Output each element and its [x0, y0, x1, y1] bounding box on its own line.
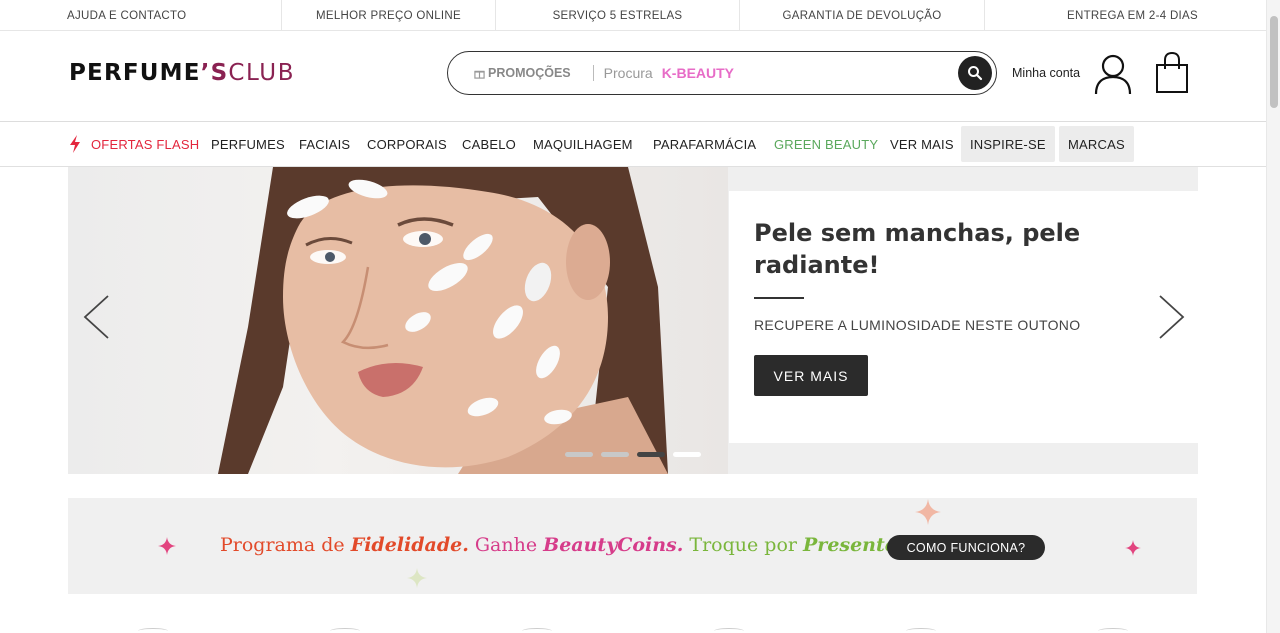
nav-facial[interactable]: FACIAIS — [299, 126, 350, 162]
account-label[interactable]: Minha conta — [1012, 66, 1080, 80]
loyalty-message: Programa de Fidelidade. Ganhe BeautyCoin… — [220, 534, 914, 556]
nav-see-more[interactable]: VER MAIS — [890, 126, 954, 162]
promotions-link[interactable]: PROMOÇÕES — [474, 66, 571, 80]
carousel-dot[interactable] — [565, 452, 593, 457]
gift-icon — [474, 70, 485, 79]
nav-pharmacy[interactable]: PARAFARMÁCIA — [653, 126, 756, 162]
loyalty-text-2: Ganhe — [468, 534, 544, 556]
user-icon[interactable] — [1094, 52, 1132, 96]
carousel-next-icon[interactable] — [1156, 293, 1186, 341]
shopping-bag-icon[interactable] — [1154, 51, 1190, 95]
category-circle-hint — [330, 628, 360, 633]
model-face-illustration — [218, 167, 668, 474]
site-logo[interactable]: PERFUME’SCLUB — [69, 60, 295, 86]
sparkle-icon — [407, 568, 427, 588]
hero-carousel: Pele sem manchas, pele radiante! RECUPER… — [68, 167, 1198, 474]
scrollbar-thumb[interactable] — [1270, 16, 1278, 108]
lightning-icon — [70, 135, 80, 153]
nav-body[interactable]: CORPORAIS — [367, 126, 447, 162]
search-bar[interactable]: PROMOÇÕES Procura K-BEAUTY — [447, 51, 997, 95]
topbar-return-guarantee[interactable]: GARANTIA DE DEVOLUÇÃO — [740, 0, 985, 31]
nav-hair[interactable]: CABELO — [462, 126, 516, 162]
nav-green-beauty[interactable]: GREEN BEAUTY — [774, 126, 878, 162]
carousel-dot[interactable] — [601, 452, 629, 457]
main-navigation: OFERTAS FLASH PERFUMES FACIAIS CORPORAIS… — [0, 122, 1266, 167]
loyalty-highlight-2: BeautyCoins. — [543, 534, 684, 556]
search-icon — [968, 66, 983, 81]
category-circle-hint — [522, 628, 552, 633]
category-circle-hint — [714, 628, 744, 633]
carousel-pagination — [565, 452, 701, 457]
nav-perfumes[interactable]: PERFUMES — [211, 126, 285, 162]
hero-subtitle: RECUPERE A LUMINOSIDADE NESTE OUTONO — [754, 317, 1081, 333]
search-separator — [592, 65, 594, 81]
search-suggestion: K-BEAUTY — [661, 65, 735, 81]
category-circle-hint — [1098, 628, 1128, 633]
nav-brands[interactable]: MARCAS — [1059, 126, 1134, 162]
nav-inspire[interactable]: INSPIRE-SE — [961, 126, 1055, 162]
loyalty-banner: Programa de Fidelidade. Ganhe BeautyCoin… — [68, 498, 1197, 594]
topbar-five-star-service[interactable]: SERVIÇO 5 ESTRELAS — [496, 0, 740, 31]
logo-perfume-text: PERFUME — [69, 60, 201, 86]
hero-text-card: Pele sem manchas, pele radiante! RECUPER… — [729, 191, 1198, 443]
site-header: PERFUME’SCLUB PROMOÇÕES Procura K-BEAUTY… — [0, 31, 1266, 122]
nav-flash-offers[interactable]: OFERTAS FLASH — [68, 126, 199, 162]
carousel-dot-active[interactable] — [637, 452, 665, 457]
loyalty-text-3: Troque por — [683, 534, 804, 556]
sparkle-icon — [1125, 540, 1141, 556]
page-scrollbar[interactable] — [1266, 0, 1280, 633]
category-circle-hint — [906, 628, 936, 633]
topbar-help-contact[interactable]: AJUDA E CONTACTO — [0, 0, 282, 31]
sparkle-icon — [915, 499, 941, 525]
search-button[interactable] — [958, 56, 992, 90]
hero-title: Pele sem manchas, pele radiante! — [754, 219, 1081, 279]
how-it-works-button[interactable]: COMO FUNCIONA? — [887, 535, 1045, 560]
hero-image — [68, 167, 728, 474]
logo-apostrophe: ’S — [200, 60, 229, 86]
loyalty-text-1: Programa de — [220, 534, 351, 556]
topbar-best-price[interactable]: MELHOR PREÇO ONLINE — [282, 0, 496, 31]
hero-cta-button[interactable]: VER MAIS — [754, 355, 868, 396]
hero-divider — [754, 297, 804, 299]
loyalty-highlight-1: Fidelidade. — [350, 534, 469, 556]
nav-makeup[interactable]: MAQUILHAGEM — [533, 126, 633, 162]
search-input[interactable]: Procura — [604, 65, 653, 81]
top-info-bar: AJUDA E CONTACTO MELHOR PREÇO ONLINE SER… — [0, 0, 1266, 31]
logo-club-text: CLUB — [228, 60, 296, 86]
carousel-prev-icon[interactable] — [82, 293, 112, 341]
nav-flash-offers-label: OFERTAS FLASH — [91, 136, 200, 152]
sparkle-icon — [158, 537, 176, 555]
category-circle-hint — [138, 628, 168, 633]
carousel-dot[interactable] — [673, 452, 701, 457]
topbar-delivery[interactable]: ENTREGA EM 2-4 DIAS — [985, 0, 1266, 31]
promotions-label: PROMOÇÕES — [488, 66, 571, 80]
